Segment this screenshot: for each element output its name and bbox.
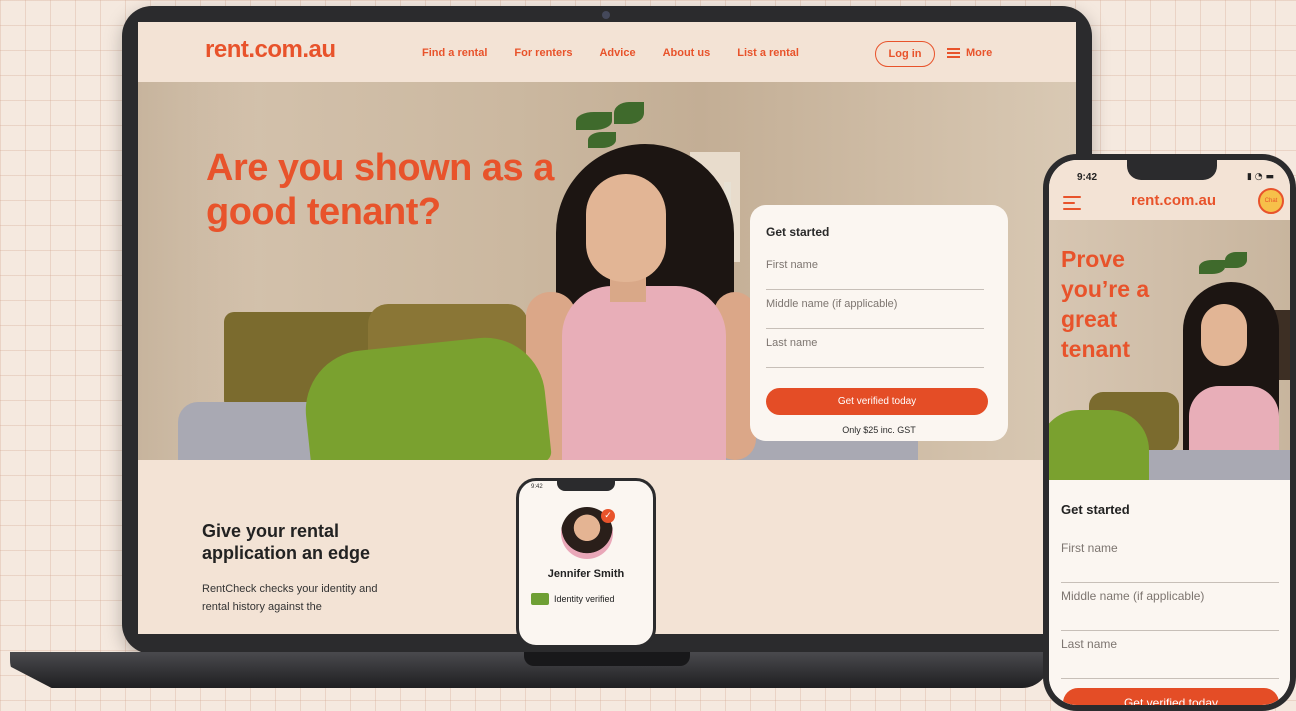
more-label: More <box>966 47 993 59</box>
mobile-middle-name-field[interactable]: Middle name (if applicable) <box>1061 583 1279 631</box>
last-name-field[interactable]: Last name <box>766 329 984 368</box>
section-body: RentCheck checks your identity and renta… <box>202 583 378 613</box>
login-button[interactable]: Log in <box>875 41 935 67</box>
get-started-form: Get started First name Middle name (if a… <box>750 205 1008 441</box>
identity-verified-row: Identity verified <box>531 593 615 605</box>
mobile-get-verified-button[interactable]: Get verified today <box>1063 688 1279 705</box>
mobile-get-started-form: Get started First name Middle name (if a… <box>1049 480 1290 705</box>
verified-check-icon: ✓ <box>601 509 615 523</box>
nav-about-us[interactable]: About us <box>663 47 711 59</box>
more-menu-button[interactable]: More <box>947 47 992 59</box>
price-note: Only $25 inc. GST <box>842 425 916 435</box>
chat-icon[interactable]: Chat <box>1258 188 1284 214</box>
status-icons: ▮ ◔ ▬ <box>1246 172 1274 182</box>
mobile-first-name-field[interactable]: First name <box>1061 535 1279 583</box>
hero-banner: Are you shown as a good tenant? Get star… <box>138 82 1076 460</box>
laptop-camera <box>602 11 610 19</box>
mobile-last-name-field[interactable]: Last name <box>1061 631 1279 679</box>
first-name-field[interactable]: First name <box>766 251 984 290</box>
identity-verified-label: Identity verified <box>554 594 615 604</box>
site-header: rent.com.au Find a rental For renters Ad… <box>138 22 1076 82</box>
nav-find-a-rental[interactable]: Find a rental <box>422 47 487 59</box>
status-time: 9:42 <box>1077 172 1098 183</box>
form-title: Get started <box>766 225 830 239</box>
phone-notch <box>1127 160 1217 180</box>
site-logo[interactable]: rent.com.au <box>205 36 336 64</box>
laptop-trackpad-notch <box>524 652 690 666</box>
nav-list-a-rental[interactable]: List a rental <box>737 47 799 59</box>
menu-icon[interactable] <box>1063 196 1081 210</box>
profile-phone-mockup: 9:42 ✓ Jennifer Smith Identity verified <box>516 478 656 648</box>
nav-advice[interactable]: Advice <box>599 47 635 59</box>
mobile-website: 9:42 ▮ ◔ ▬ rent.com.au Chat Prove you’re… <box>1049 160 1290 705</box>
section-title: Give your rental application an edge <box>202 521 371 563</box>
middle-name-field[interactable]: Middle name (if applicable) <box>766 290 984 329</box>
id-card-icon <box>531 593 549 605</box>
main-nav: Find a rental For renters Advice About u… <box>422 47 799 59</box>
mobile-form-title: Get started <box>1061 502 1130 517</box>
hamburger-icon <box>947 48 960 58</box>
nav-for-renters[interactable]: For renters <box>514 47 572 59</box>
mobile-logo[interactable]: rent.com.au <box>1131 192 1216 209</box>
mobile-headline: Prove you’re a great tenant <box>1061 246 1150 362</box>
hero-headline: Are you shown as a good tenant? <box>206 147 554 233</box>
mini-status-time: 9:42 <box>531 484 543 490</box>
get-verified-button[interactable]: Get verified today <box>766 388 988 415</box>
mobile-phone-frame: 9:42 ▮ ◔ ▬ rent.com.au Chat Prove you’re… <box>1043 154 1296 711</box>
profile-name: Jennifer Smith <box>547 568 625 580</box>
